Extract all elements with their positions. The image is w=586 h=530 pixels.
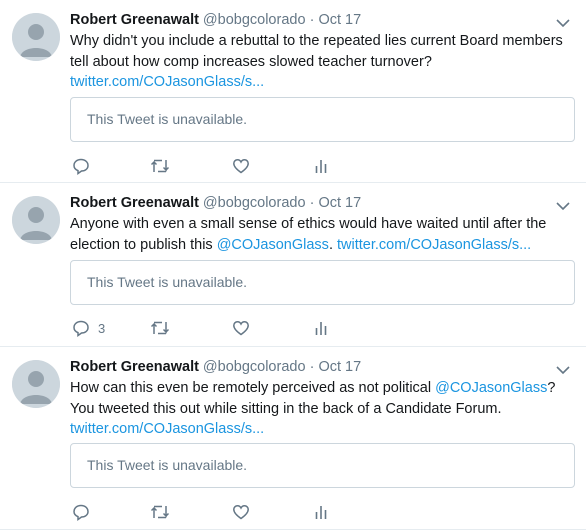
tweet-date[interactable]: Oct 17 [318, 195, 361, 211]
tweet-link[interactable]: twitter.com/COJasonGlass/s... [70, 421, 264, 437]
tweet-text-line: Why didn't you include a rebuttal to the… [70, 33, 563, 49]
reply-button[interactable] [72, 503, 98, 521]
analytics-icon [315, 160, 327, 173]
like-icon [233, 159, 249, 174]
author-name[interactable]: Robert Greenawalt [70, 195, 199, 211]
author-handle[interactable]: @bobgcolorado [203, 12, 306, 28]
default-avatar-icon[interactable] [12, 196, 60, 244]
mention-link[interactable]: @COJasonGlass [217, 237, 329, 253]
quote-text: This Tweet is unavailable. [87, 274, 248, 290]
tweet-feed: Robert Greenawalt @bobgcolorado · Oct 17 … [0, 0, 586, 530]
tweet-text: Anyone with even a small sense of ethics… [70, 214, 570, 255]
tweet-actions [72, 157, 372, 175]
author-name[interactable]: Robert Greenawalt [70, 359, 199, 375]
tweet-text-line: Anyone with even a small sense of ethics… [70, 216, 547, 232]
analytics-button[interactable] [314, 503, 328, 521]
unavailable-quote-card[interactable]: This Tweet is unavailable. [70, 443, 575, 488]
tweet-text-segment: How can this even be remotely perceived … [70, 380, 436, 396]
tweet-actions: 3 [72, 319, 372, 337]
analytics-button[interactable] [314, 319, 328, 337]
separator: · [309, 195, 315, 211]
quote-text: This Tweet is unavailable. [87, 457, 248, 473]
tweet-date[interactable]: Oct 17 [318, 359, 361, 375]
tweet-text-line: You tweeted this out while sitting in th… [70, 400, 502, 417]
author-handle[interactable]: @bobgcolorado [203, 359, 306, 375]
reply-button[interactable] [72, 157, 98, 175]
separator: · [309, 359, 315, 375]
reply-button[interactable]: 3 [72, 319, 105, 337]
analytics-icon [315, 322, 327, 335]
tweet-3[interactable]: Robert Greenawalt @bobgcolorado · Oct 17 … [0, 347, 586, 530]
tweet-text: Why didn't you include a rebuttal to the… [70, 31, 570, 93]
author-name[interactable]: Robert Greenawalt [70, 12, 199, 28]
retweet-icon [150, 321, 170, 335]
default-avatar-icon[interactable] [12, 360, 60, 408]
tweet-header: Robert Greenawalt @bobgcolorado · Oct 17 [70, 358, 361, 376]
like-button[interactable] [232, 503, 250, 521]
reply-icon [73, 504, 89, 521]
tweet-text-segment: election to publish this [70, 236, 217, 253]
like-button[interactable] [232, 157, 250, 175]
tweet-header: Robert Greenawalt @bobgcolorado · Oct 17 [70, 11, 361, 29]
tweet-2[interactable]: Robert Greenawalt @bobgcolorado · Oct 17 … [0, 183, 586, 347]
retweet-button[interactable] [150, 319, 170, 337]
tweet-header: Robert Greenawalt @bobgcolorado · Oct 17 [70, 194, 361, 212]
like-icon [233, 505, 249, 520]
like-button[interactable] [232, 319, 250, 337]
analytics-button[interactable] [314, 157, 328, 175]
separator: · [309, 12, 315, 28]
chevron-down-icon[interactable] [556, 15, 570, 28]
retweet-button[interactable] [150, 503, 170, 521]
retweet-icon [150, 505, 170, 519]
tweet-date[interactable]: Oct 17 [318, 12, 361, 28]
tweet-text-segment: ? [547, 380, 556, 396]
chevron-down-icon[interactable] [556, 198, 570, 211]
like-icon [233, 321, 249, 336]
tweet-1[interactable]: Robert Greenawalt @bobgcolorado · Oct 17 … [0, 0, 586, 183]
mention-link[interactable]: @COJasonGlass [435, 380, 547, 396]
tweet-link[interactable]: twitter.com/COJasonGlass/s... [70, 74, 264, 90]
analytics-icon [315, 506, 327, 519]
quote-text: This Tweet is unavailable. [87, 111, 248, 127]
reply-count: 3 [98, 320, 106, 336]
chevron-down-icon[interactable] [556, 362, 570, 375]
unavailable-quote-card[interactable]: This Tweet is unavailable. [70, 260, 575, 305]
reply-icon [73, 320, 89, 337]
tweet-text: How can this even be remotely perceived … [70, 378, 570, 440]
tweet-actions [72, 503, 372, 521]
tweet-text-line: tell about how comp increases slowed tea… [70, 53, 432, 70]
unavailable-quote-card[interactable]: This Tweet is unavailable. [70, 97, 575, 142]
default-avatar-icon[interactable] [12, 13, 60, 61]
tweet-text-segment: . [328, 236, 337, 253]
tweet-link[interactable]: twitter.com/COJasonGlass/s... [337, 237, 531, 253]
retweet-icon [150, 159, 170, 173]
reply-icon [73, 158, 89, 175]
retweet-button[interactable] [150, 157, 170, 175]
author-handle[interactable]: @bobgcolorado [203, 195, 306, 211]
